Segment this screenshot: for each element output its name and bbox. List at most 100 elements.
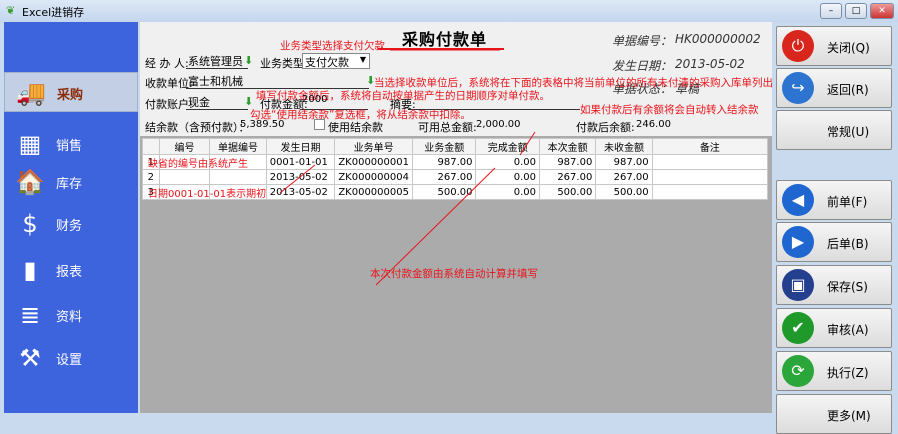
sidebar-item-label: 采购 — [57, 88, 84, 103]
handler-field[interactable]: 系统管理员 — [186, 53, 248, 69]
table-cell[interactable]: 0001-01-01 — [265, 154, 336, 170]
table-cell[interactable]: 500.00 — [538, 184, 597, 200]
account-field[interactable]: 现金 — [186, 94, 248, 110]
table-cell[interactable]: 987.00 — [595, 154, 653, 170]
column-header[interactable]: 业务单号 — [334, 138, 413, 155]
table-cell[interactable]: 987.00 — [411, 154, 477, 170]
sidebar-item-6[interactable]: ⚒ 设置 — [4, 338, 138, 378]
action-button-8[interactable]: 更多(M) — [776, 394, 892, 434]
column-header[interactable]: 业务金额 — [411, 138, 477, 155]
table-cell[interactable]: 267.00 — [595, 169, 653, 185]
after-label: 付款后余额: — [576, 121, 635, 134]
table-cell[interactable]: ZK000000004 — [334, 169, 413, 185]
handler-picker-icon[interactable]: ⬇ — [244, 54, 253, 67]
table-cell[interactable]: ZK000000005 — [334, 184, 413, 200]
column-header[interactable]: 发生日期 — [265, 138, 336, 155]
action-button-0[interactable]: ⏻ 关闭(Q) — [776, 26, 892, 66]
floppy-disk-icon: ▣ — [782, 269, 814, 301]
balance-value: 5,389.50 — [240, 119, 285, 130]
app-logo-icon: ❦ — [6, 4, 16, 17]
table-cell[interactable]: 0.00 — [475, 154, 540, 170]
column-header[interactable]: 单据编号 — [209, 138, 267, 155]
action-button-5[interactable]: ▣ 保存(S) — [776, 265, 892, 305]
handler-label: 经 办 人: — [145, 57, 189, 70]
minimize-button[interactable]: – — [820, 3, 842, 19]
table-cell[interactable]: 2 — [142, 169, 160, 185]
date: 2013-05-02 — [675, 57, 745, 71]
table-cell[interactable]: 2013-05-02 — [265, 184, 336, 200]
maximize-button[interactable]: □ — [845, 3, 867, 19]
use-balance-checkbox[interactable] — [314, 119, 325, 130]
sidebar-item-2[interactable]: 🏠 库存 — [4, 162, 138, 202]
action-button-4[interactable]: ▶ 后单(B) — [776, 222, 892, 262]
refresh-icon: ⟳ — [782, 355, 814, 387]
biz-type-select[interactable]: 支付欠款 ▼ — [302, 53, 370, 69]
table-cell[interactable]: 267.00 — [538, 169, 597, 185]
table-cell[interactable] — [651, 154, 769, 170]
table-cell[interactable]: 987.00 — [538, 154, 597, 170]
table-cell[interactable]: 500.00 — [411, 184, 477, 200]
return-icon: ↪ — [782, 72, 814, 104]
payment-form: 采购付款单 单据编号： HK000000002 发生日期： 2013-05-02… — [140, 22, 784, 413]
sidebar-item-label: 财务 — [56, 219, 83, 234]
title-bar: ❦ Excel进销存 – □ ✕ — [0, 0, 898, 22]
available-label: 可用总金额: — [418, 121, 477, 134]
button-label: 关闭(Q) — [827, 41, 870, 55]
close-window-button[interactable]: ✕ — [870, 3, 894, 19]
table-cell[interactable]: 2013-05-02 — [265, 169, 336, 185]
column-header[interactable]: 编号 — [158, 138, 211, 155]
sidebar-item-label: 库存 — [56, 177, 83, 192]
sidebar-item-label: 销售 — [56, 139, 83, 154]
table-cell[interactable] — [158, 169, 211, 185]
button-label: 常规(U) — [827, 125, 870, 139]
tools-icon: ⚒ — [19, 344, 41, 372]
annotation-biz-type: 业务类型选择支付欠款 — [280, 40, 385, 52]
doc-no: HK000000002 — [675, 32, 761, 46]
sidebar-item-1[interactable]: ▦ 销售 — [4, 124, 138, 164]
table-cell[interactable] — [651, 184, 769, 200]
sidebar-item-label: 设置 — [56, 353, 83, 368]
action-button-2[interactable]: 常规(U) — [776, 110, 892, 150]
sidebar-item-label: 报表 — [56, 265, 83, 280]
house-icon: 🏠 — [15, 168, 45, 196]
sidebar-item-label: 资料 — [56, 310, 83, 325]
table-cell[interactable] — [651, 169, 769, 185]
column-header[interactable] — [142, 138, 160, 155]
column-header[interactable]: 未收金额 — [595, 138, 653, 155]
table-cell[interactable]: 0.00 — [475, 169, 540, 185]
sidebar-item-3[interactable]: $ 财务 — [4, 204, 138, 244]
page-title: 采购付款单 — [402, 30, 488, 49]
table-cell[interactable]: 500.00 — [595, 184, 653, 200]
card-dollar-icon: $ — [22, 210, 38, 238]
power-icon: ⏻ — [782, 30, 814, 62]
books-icon: ≣ — [19, 301, 41, 329]
action-button-3[interactable]: ◀ 前单(F) — [776, 180, 892, 220]
annotation-auto-calc: 本次付款金额由系统自动计算并填写 — [370, 268, 538, 280]
action-button-1[interactable]: ↪ 返回(R) — [776, 68, 892, 108]
table-cell[interactable]: ZK000000001 — [334, 154, 413, 170]
button-label: 审核(A) — [827, 323, 869, 337]
after-value: 246.00 — [636, 119, 671, 130]
sidebar-item-4[interactable]: ▮ 报表 — [4, 250, 138, 290]
table-cell[interactable] — [209, 169, 267, 185]
sidebar-item-5[interactable]: ≣ 资料 — [4, 295, 138, 335]
button-label: 后单(B) — [827, 237, 869, 251]
column-header[interactable]: 本次金额 — [538, 138, 597, 155]
column-header[interactable]: 备注 — [651, 138, 769, 155]
payee-field[interactable]: 富士和机械 — [186, 73, 369, 89]
next-icon: ▶ — [782, 226, 814, 258]
sidebar-item-0[interactable]: 🚚 采购 — [4, 72, 138, 112]
biz-type-value: 支付欠款 — [305, 56, 349, 69]
action-button-6[interactable]: ✔ 审核(A) — [776, 308, 892, 348]
table-cell[interactable]: 267.00 — [411, 169, 477, 185]
date-label: 发生日期： — [612, 59, 673, 73]
annotation-leftover: 如果付款后有余额将会自动转入结余款 — [580, 104, 759, 116]
table-row[interactable]: 2 2013-05-02 ZK000000004 267.00 0.00 267.00 26… — [142, 169, 769, 185]
column-header[interactable]: 完成金额 — [475, 138, 540, 155]
truck-icon: 🚚 — [16, 79, 46, 107]
action-button-7[interactable]: ⟳ 执行(Z) — [776, 351, 892, 391]
table-cell[interactable]: 0.00 — [475, 184, 540, 200]
button-label: 保存(S) — [827, 280, 868, 294]
window-title: Excel进销存 — [22, 6, 85, 19]
button-label: 执行(Z) — [827, 366, 869, 380]
